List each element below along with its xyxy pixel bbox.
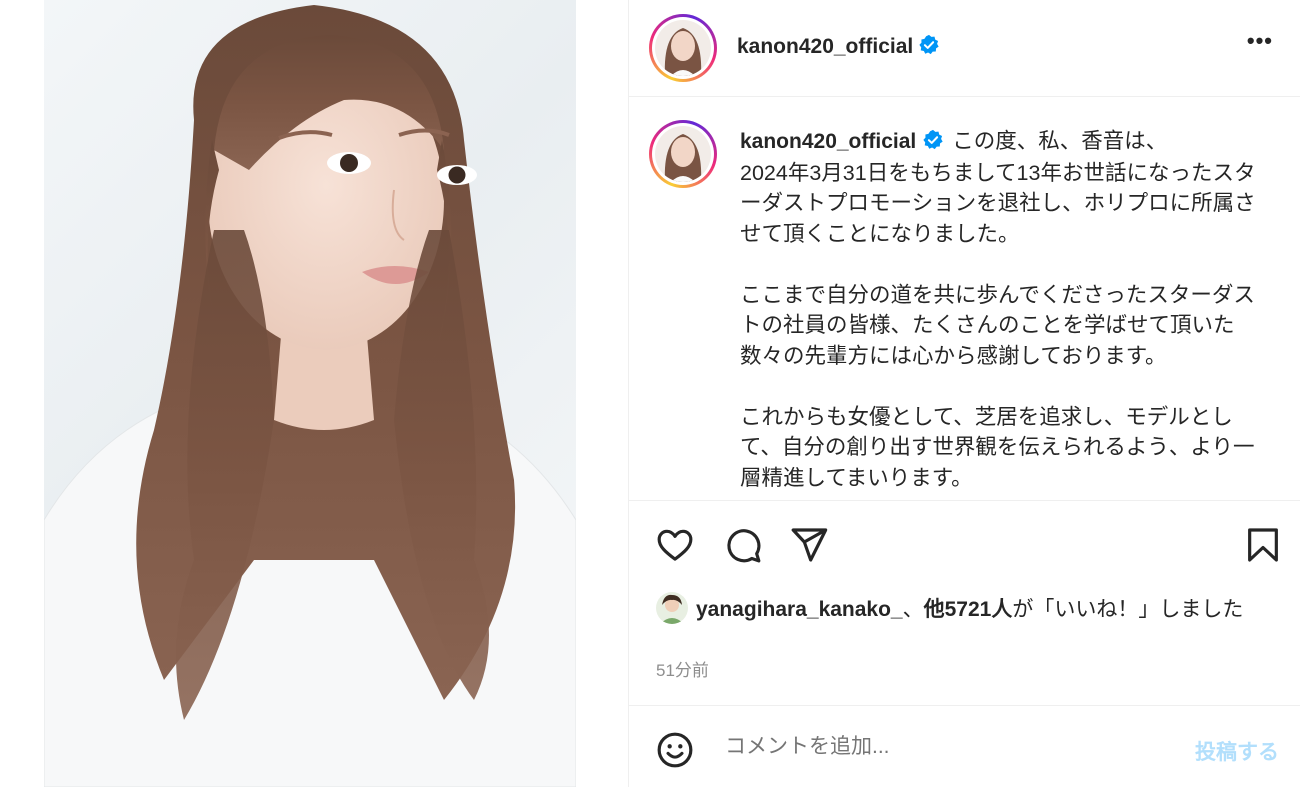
caption-scroll-area[interactable]: kanon420_official この度、私、香音は、 2024年3月31日をも…	[629, 98, 1300, 500]
likes-count[interactable]: 他5721人	[924, 598, 1013, 621]
post-side-panel: kanon420_official ••• kanon420_official こ…	[628, 0, 1300, 787]
caption-text: kanon420_official この度、私、香音は、 2024年3月31日をも…	[740, 126, 1260, 493]
comment-bar: 投稿する	[629, 705, 1300, 787]
caption-paragraph: これからも女優として、芝居を追求し、モデルとして、自分の創り出す世界観を伝えられ…	[740, 404, 1255, 490]
share-icon[interactable]	[789, 525, 829, 565]
verified-badge-icon	[923, 129, 943, 150]
comment-input[interactable]	[723, 734, 1147, 760]
liker-avatar[interactable]	[656, 592, 688, 624]
caption-username[interactable]: kanon420_official	[740, 130, 916, 153]
post-header: kanon420_official •••	[629, 0, 1300, 97]
avatar-image	[656, 592, 688, 624]
header-username[interactable]: kanon420_official	[737, 35, 913, 58]
liker-username[interactable]: yanagihara_kanako_	[696, 598, 903, 621]
emoji-icon[interactable]	[655, 730, 695, 770]
post-photo	[44, 0, 576, 787]
bookmark-icon[interactable]	[1243, 525, 1283, 565]
caption-paragraph: ここまで自分の道を共に歩んでくださったスターダストの社員の皆様、たくさんのことを…	[740, 282, 1255, 368]
likes-separator: 、	[902, 598, 924, 621]
portrait-image	[44, 5, 576, 787]
more-options-button[interactable]: •••	[1247, 28, 1273, 54]
verified-badge-icon	[919, 34, 939, 55]
action-bar	[629, 500, 1300, 591]
likes-suffix: が「いいね！」しました	[1012, 598, 1244, 621]
heart-icon[interactable]	[655, 525, 695, 565]
author-avatar[interactable]	[649, 14, 717, 82]
comment-icon[interactable]	[723, 525, 763, 565]
post-timestamp[interactable]: 51分前	[656, 656, 709, 681]
likes-summary: yanagihara_kanako_、他5721人が「いいね！」しました	[656, 592, 1276, 625]
avatar-image	[655, 126, 711, 182]
avatar-image	[655, 20, 711, 76]
caption-author-avatar[interactable]	[649, 120, 717, 188]
post-comment-button[interactable]: 投稿する	[1195, 736, 1279, 766]
